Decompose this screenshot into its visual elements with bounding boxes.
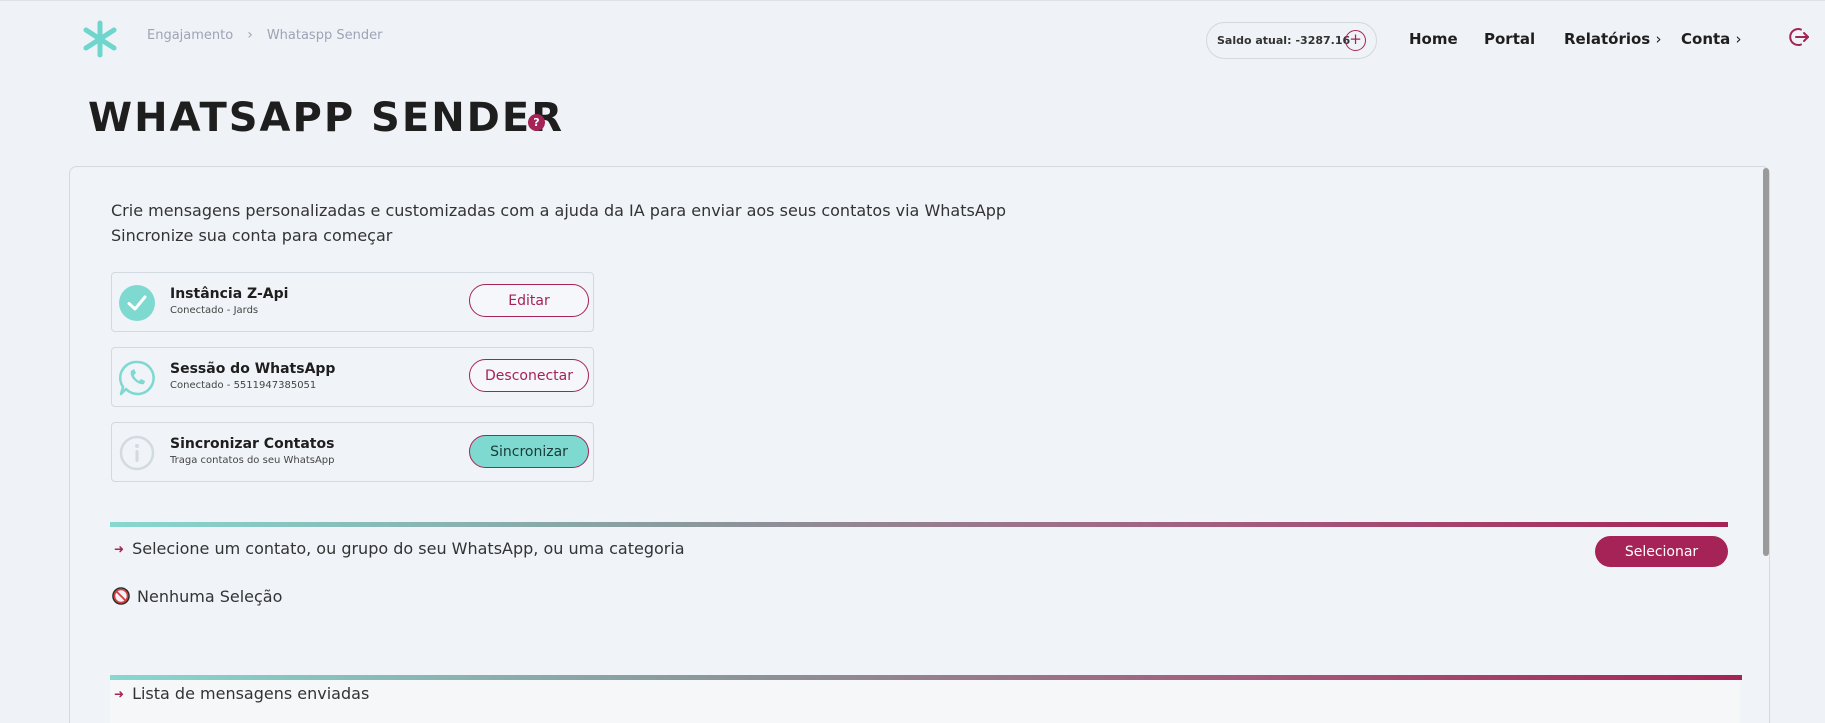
nav-conta-label: Conta [1681, 30, 1731, 48]
nav-home[interactable]: Home [1409, 30, 1458, 48]
edit-button[interactable]: Editar [469, 284, 589, 317]
nav-conta[interactable]: Conta › [1681, 30, 1742, 48]
whatsapp-icon [118, 360, 155, 396]
card-subtitle: Traga contatos do seu WhatsApp [170, 455, 335, 466]
balance-label: Saldo atual: [1217, 34, 1292, 47]
selection-prompt-row: ➜ Selecione um contato, ou grupo do seu … [114, 539, 685, 558]
messages-list-title: Lista de mensagens enviadas [132, 684, 370, 703]
logo-asterisk-icon[interactable] [80, 19, 120, 59]
nav-portal[interactable]: Portal [1484, 30, 1535, 48]
card-sync-contacts: Sincronizar Contatos Traga contatos do s… [111, 422, 594, 482]
help-icon[interactable]: ? [528, 114, 545, 131]
select-button[interactable]: Selecionar [1595, 536, 1728, 567]
description-line-1: Crie mensagens personalizadas e customiz… [111, 201, 1007, 220]
breadcrumb-separator-icon: › [247, 27, 253, 43]
sync-button[interactable]: Sincronizar [469, 435, 589, 468]
prohibited-icon [112, 587, 130, 605]
card-subtitle: Conectado - Jards [170, 305, 259, 316]
arrow-right-icon: ➜ [114, 541, 125, 556]
balance-value: -3287.16 [1295, 34, 1351, 47]
breadcrumb: Engajamento › Whataspp Sender [147, 27, 382, 43]
card-whatsapp-session: Sessão do WhatsApp Conectado - 551194738… [111, 347, 594, 407]
balance-pill: Saldo atual: -3287.16 + [1206, 22, 1377, 59]
card-zapi-instance: Instância Z-Api Conectado - Jards Editar [111, 272, 594, 332]
check-circle-icon [119, 285, 155, 321]
scrollbar[interactable] [1763, 168, 1769, 556]
chevron-right-icon: › [1655, 30, 1662, 48]
nav-relatorios-label: Relatórios [1564, 30, 1651, 48]
add-balance-plus-icon[interactable]: + [1345, 30, 1366, 51]
description: Crie mensagens personalizadas e customiz… [111, 198, 1006, 248]
messages-list-header: ➜ Lista de mensagens enviadas [114, 684, 369, 703]
chevron-right-icon: › [1735, 30, 1742, 48]
breadcrumb-engajamento[interactable]: Engajamento [147, 28, 233, 43]
arrow-right-icon: ➜ [114, 686, 125, 701]
card-title: Sessão do WhatsApp [170, 361, 336, 377]
no-selection-label: Nenhuma Seleção [137, 586, 283, 606]
card-title: Instância Z-Api [170, 286, 289, 302]
no-selection-row: Nenhuma Seleção [111, 586, 282, 606]
top-header: Engajamento › Whataspp Sender Saldo atua… [0, 0, 1825, 80]
section-divider [110, 522, 1728, 527]
logout-icon[interactable] [1786, 25, 1810, 49]
card-subtitle: Conectado - 5511947385051 [170, 380, 317, 391]
selection-prompt: Selecione um contato, ou grupo do seu Wh… [132, 539, 685, 558]
disconnect-button[interactable]: Desconectar [469, 359, 589, 392]
info-icon [119, 435, 155, 471]
messages-divider [110, 675, 1742, 680]
breadcrumb-whatsapp-sender[interactable]: Whataspp Sender [267, 28, 383, 43]
page-title: WHATSAPP SENDER [88, 95, 564, 141]
card-title: Sincronizar Contatos [170, 436, 335, 452]
nav-relatorios[interactable]: Relatórios › [1564, 30, 1661, 48]
description-line-2: Sincronize sua conta para começar [111, 226, 393, 245]
